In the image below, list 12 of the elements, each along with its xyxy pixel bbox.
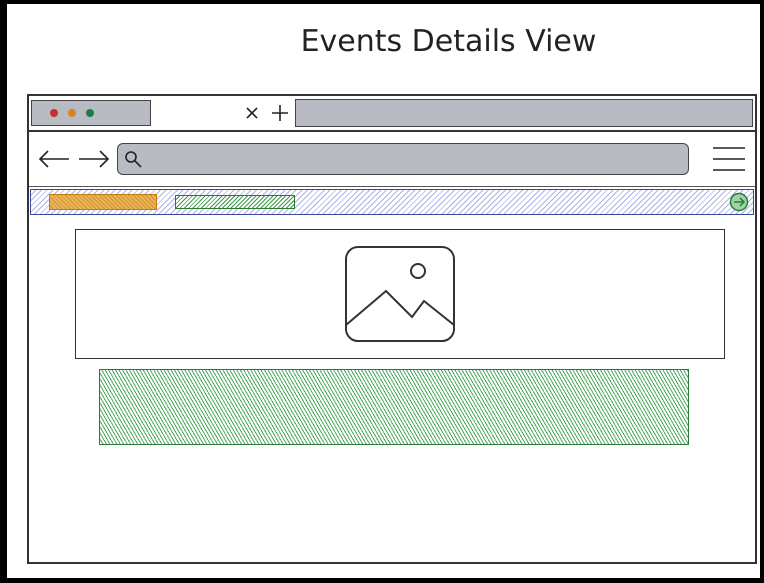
search-icon (124, 150, 142, 168)
menu-icon[interactable] (711, 145, 747, 173)
browser-tab[interactable] (31, 100, 151, 126)
bookmark-placeholder[interactable] (175, 195, 295, 209)
address-bar[interactable] (117, 143, 689, 175)
extension-icon[interactable] (729, 192, 749, 212)
back-icon[interactable] (37, 149, 71, 169)
image-icon (344, 245, 456, 343)
new-tab-icon[interactable] (271, 104, 289, 122)
close-icon[interactable] (245, 106, 259, 120)
forward-icon[interactable] (77, 149, 111, 169)
page-title: Events Details View (300, 24, 596, 59)
